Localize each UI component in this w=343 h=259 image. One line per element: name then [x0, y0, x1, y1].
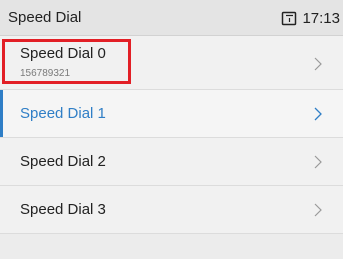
speed-dial-label: Speed Dial 0	[20, 45, 106, 62]
speed-dial-number: 156789321	[20, 68, 71, 79]
speed-dial-label: Speed Dial 2	[20, 153, 106, 170]
speed-dial-label: Speed Dial 1	[20, 105, 106, 122]
speed-dial-item-2[interactable]: Speed Dial 2	[0, 138, 343, 186]
speed-dial-item-1[interactable]: Speed Dial 1	[0, 90, 343, 138]
chevron-right-icon	[314, 57, 322, 71]
page-title: Speed Dial	[8, 9, 82, 26]
speed-dial-item-0[interactable]: Speed Dial 0 156789321	[0, 36, 343, 90]
tablet-icon	[282, 11, 297, 26]
chevron-right-icon	[314, 155, 322, 169]
chevron-right-icon	[314, 203, 322, 217]
chevron-right-icon	[314, 107, 322, 121]
status-time: 17:13	[302, 9, 340, 27]
status-right: 17:13	[280, 9, 340, 27]
speed-dial-list: Speed Dial 0 156789321 Speed Dial 1 Spee…	[0, 36, 343, 234]
speed-dial-label: Speed Dial 3	[20, 201, 106, 218]
status-bar: Speed Dial 17:13	[0, 0, 343, 36]
speed-dial-item-3[interactable]: Speed Dial 3	[0, 186, 343, 234]
